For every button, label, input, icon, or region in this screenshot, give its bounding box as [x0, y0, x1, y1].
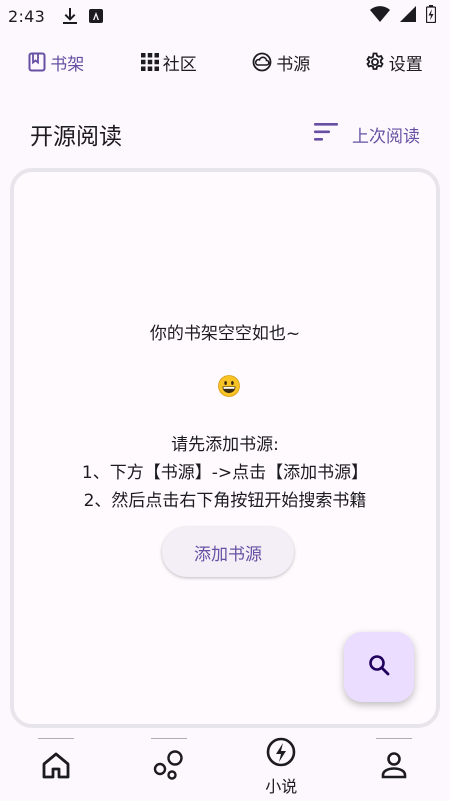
recent-read-label: 上次阅读	[352, 126, 420, 147]
tab-label: 书源	[276, 54, 311, 75]
shelf-header: 开源阅读 上次阅读	[0, 110, 450, 158]
app-notification-icon	[89, 9, 104, 23]
grid-icon	[140, 53, 159, 71]
lightning-icon	[266, 737, 296, 771]
instruction-step-2: 2、然后点击右下角按钮开始搜索书籍	[83, 491, 367, 511]
grinning-face-emoji	[218, 375, 240, 401]
nav-discover[interactable]	[113, 732, 226, 801]
page-title: 开源阅读	[30, 124, 122, 150]
instruction-step-1: 1、下方【书源】->点击【添加书源】	[81, 463, 369, 483]
cloud-icon	[252, 52, 272, 72]
search-icon	[367, 653, 391, 681]
tab-book-source[interactable]: 书源	[225, 40, 338, 84]
sort-icon	[314, 122, 338, 146]
nav-divider	[38, 738, 75, 739]
battery-icon	[425, 5, 437, 27]
bubbles-icon	[153, 749, 185, 784]
nav-novel-label: 小说	[265, 776, 298, 796]
instructions-title: 请先添加书源:	[171, 435, 279, 455]
nav-home[interactable]	[0, 732, 113, 801]
status-time: 2:43	[8, 6, 46, 26]
search-fab[interactable]	[344, 632, 414, 702]
signal-icon	[400, 6, 416, 26]
book-icon	[28, 52, 46, 72]
nav-divider	[375, 738, 412, 739]
download-icon	[63, 8, 78, 24]
wifi-icon	[370, 6, 390, 26]
tab-bookshelf[interactable]: 书架	[0, 40, 113, 84]
nav-novel[interactable]: 小说	[225, 732, 338, 801]
empty-message: 你的书架空空如也~	[149, 324, 301, 344]
gear-icon	[365, 52, 385, 72]
tab-label: 社区	[162, 54, 197, 75]
top-tab-bar: 书架 社区 书源 设置	[0, 40, 450, 84]
nav-profile[interactable]	[338, 732, 450, 801]
bottom-navigation: 小说	[0, 732, 450, 801]
tab-settings[interactable]: 设置	[338, 40, 450, 84]
tab-community[interactable]: 社区	[113, 40, 226, 84]
home-icon	[41, 751, 71, 783]
status-bar: 2:43	[0, 0, 450, 32]
recent-read-button[interactable]: 上次阅读	[314, 122, 420, 147]
nav-divider	[150, 738, 187, 739]
add-book-source-button[interactable]: 添加书源	[162, 527, 294, 577]
profile-icon	[381, 751, 407, 783]
tab-label: 设置	[388, 54, 423, 75]
tab-label: 书架	[50, 54, 85, 75]
